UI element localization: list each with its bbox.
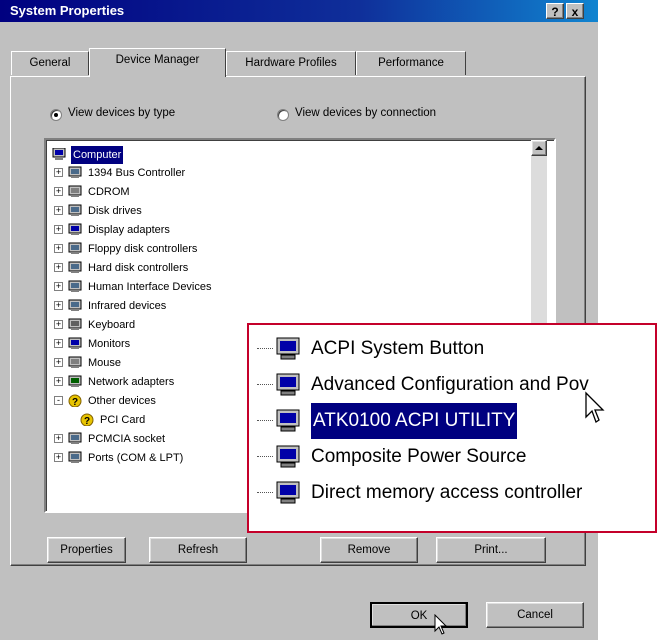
zoom-list-item-label: Composite Power Source (311, 446, 527, 467)
tab-device-manager[interactable]: Device Manager (89, 48, 226, 77)
system-device-icon (276, 409, 300, 432)
help-button[interactable]: ? (546, 3, 564, 19)
hard-disk-controller-icon (68, 261, 82, 273)
tab-performance[interactable]: Performance (356, 51, 466, 75)
tree-item-label: Ports (COM & LPT) (88, 452, 184, 464)
hid-icon (68, 280, 82, 292)
infrared-icon (68, 299, 82, 311)
tree-item-label: PCMCIA socket (88, 433, 166, 445)
mouse-pointer-icon (434, 614, 448, 635)
arrow-up-icon (535, 146, 543, 150)
expand-icon[interactable]: + (54, 225, 63, 234)
tab-hardware-profiles[interactable]: Hardware Profiles (226, 51, 356, 75)
view-by-connection-label[interactable]: View devices by connection (295, 107, 436, 119)
expand-icon[interactable]: + (54, 358, 63, 367)
tree-item-label: 1394 Bus Controller (88, 167, 186, 179)
tab-general[interactable]: General (11, 51, 89, 75)
floppy-controller-icon (68, 242, 82, 254)
tree-item-label: Monitors (88, 338, 131, 350)
tree-connector (257, 348, 273, 349)
zoom-list-item-label: Direct memory access controller (311, 482, 583, 503)
mouse-pointer-icon (585, 391, 605, 423)
zoom-list-item-label: ATK0100 ACPI UTILITY (309, 402, 519, 440)
zoom-list-item[interactable]: Composite Power Source (249, 439, 655, 475)
remove-button[interactable]: Remove (320, 537, 418, 563)
tree-connector (257, 492, 273, 493)
question-icon: ? (68, 394, 82, 407)
title-bar[interactable]: System Properties ? x (0, 0, 598, 22)
tree-item-label: Mouse (88, 357, 122, 369)
expand-icon[interactable]: + (54, 244, 63, 253)
bus-controller-icon (68, 166, 82, 178)
tree-root-label: Computer (69, 145, 125, 165)
system-device-icon (276, 373, 300, 396)
tree-connector (257, 420, 273, 421)
zoom-list-item[interactable]: Direct memory access controller (249, 475, 655, 511)
ok-button[interactable]: OK (370, 602, 468, 628)
expand-icon[interactable]: + (54, 434, 63, 443)
computer-icon (52, 148, 66, 160)
svg-text:?: ? (84, 416, 90, 426)
collapse-icon[interactable]: - (54, 396, 63, 405)
expand-icon[interactable]: + (54, 206, 63, 215)
question-icon: ? (80, 413, 94, 426)
disk-drive-icon (68, 204, 82, 216)
zoom-list-item-label: Advanced Configuration and Pov (311, 374, 589, 395)
tree-item-label: Infrared devices (88, 300, 167, 312)
pcmcia-icon (68, 432, 82, 444)
tree-item-label: Floppy disk controllers (88, 243, 198, 255)
zoom-list-item[interactable]: ACPI System Button (249, 331, 655, 367)
system-device-icon (276, 337, 300, 360)
port-icon (68, 451, 82, 463)
view-by-type-label[interactable]: View devices by type (68, 107, 175, 119)
tree-connector (257, 384, 273, 385)
scroll-up-button[interactable] (531, 140, 547, 156)
tree-item-label: CDROM (88, 186, 130, 198)
close-button[interactable]: x (566, 3, 584, 19)
network-adapter-icon (68, 375, 82, 387)
system-properties-window: System Properties ? x General Device Man… (0, 0, 598, 640)
expand-icon[interactable]: + (54, 320, 63, 329)
tree-item-label: Keyboard (88, 319, 136, 331)
tree-item-label: Human Interface Devices (88, 281, 212, 293)
tree-item-label: Disk drives (88, 205, 142, 217)
view-by-type-radio[interactable] (50, 109, 62, 121)
expand-icon[interactable]: + (54, 263, 63, 272)
tree-item-label: Display adapters (88, 224, 170, 236)
keyboard-icon (68, 318, 82, 330)
cancel-button[interactable]: Cancel (486, 602, 584, 628)
properties-button[interactable]: Properties (47, 537, 126, 563)
expand-icon[interactable]: + (54, 168, 63, 177)
cdrom-icon (68, 185, 82, 197)
system-device-icon (276, 481, 300, 504)
monitor-icon (68, 223, 82, 235)
window-title: System Properties (10, 3, 125, 18)
zoom-list-item-label: ACPI System Button (311, 338, 485, 359)
svg-text:?: ? (72, 397, 78, 407)
print-button[interactable]: Print... (436, 537, 546, 563)
zoom-callout: ACPI System Button Advanced Configuration… (247, 323, 657, 533)
tree-item-label: PCI Card (100, 414, 146, 426)
expand-icon[interactable]: + (54, 187, 63, 196)
tree-item-label: Other devices (88, 395, 156, 407)
system-device-icon (276, 445, 300, 468)
tree-connector (257, 456, 273, 457)
tree-item-label: Network adapters (88, 376, 175, 388)
expand-icon[interactable]: + (54, 377, 63, 386)
expand-icon[interactable]: + (54, 453, 63, 462)
expand-icon[interactable]: + (54, 282, 63, 291)
monitor-icon (68, 337, 82, 349)
refresh-button[interactable]: Refresh (149, 537, 247, 563)
tree-item-label: Hard disk controllers (88, 262, 189, 274)
view-by-connection-radio[interactable] (277, 109, 289, 121)
expand-icon[interactable]: + (54, 301, 63, 310)
expand-icon[interactable]: + (54, 339, 63, 348)
mouse-icon (68, 356, 82, 368)
